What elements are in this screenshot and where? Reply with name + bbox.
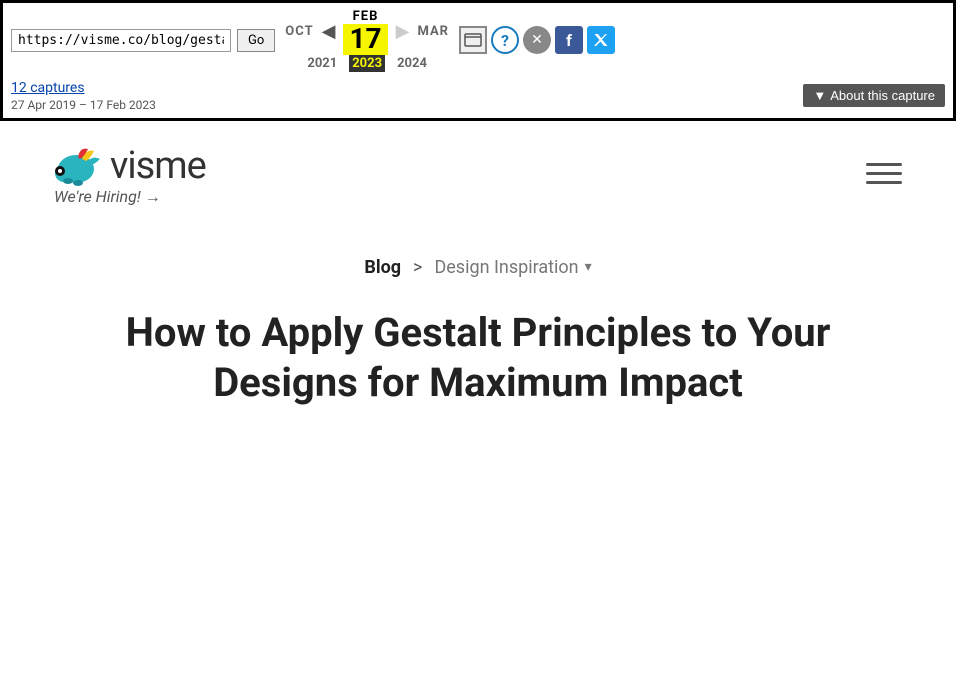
hamburger-menu[interactable] [862, 159, 906, 188]
visme-logo-icon[interactable] [50, 141, 100, 191]
window-icon[interactable] [459, 26, 487, 54]
prev-arrow[interactable]: ◀ [322, 21, 336, 42]
breadcrumb-chevron-icon: > [413, 257, 422, 278]
about-capture-label: About this capture [830, 88, 935, 103]
logo-area: visme We're Hiring! → [50, 141, 206, 207]
close-icon[interactable]: ✕ [523, 26, 551, 54]
breadcrumb-blog[interactable]: Blog [364, 257, 401, 278]
go-button[interactable]: Go [237, 29, 275, 52]
hamburger-line-1 [866, 163, 902, 166]
breadcrumb-category[interactable]: Design Inspiration ▾ [434, 257, 591, 278]
captures-link[interactable]: 12 captures [11, 80, 156, 96]
toolbar-left: Go OCT ◀ FEB 17 ▶ MAR 2021 2023 2024 [11, 9, 453, 72]
hamburger-line-3 [866, 181, 902, 184]
next-arrow[interactable]: ▶ [396, 21, 410, 42]
twitter-icon[interactable] [587, 26, 615, 54]
day-box: 17 [343, 24, 387, 55]
hamburger-line-2 [866, 172, 902, 175]
help-icon[interactable]: ? [491, 26, 519, 54]
article-title: How to Apply Gestalt Principles to Your … [0, 298, 956, 428]
site-logo-text[interactable]: visme [110, 144, 206, 188]
facebook-icon[interactable]: f [555, 26, 583, 54]
months-row: OCT ◀ FEB 17 ▶ MAR [285, 9, 449, 55]
year-2024: 2024 [397, 56, 427, 71]
hiring-tagline[interactable]: We're Hiring! → [54, 187, 206, 207]
about-capture-arrow: ▼ [813, 88, 826, 103]
year-2023: 2023 [349, 55, 385, 72]
toolbar-right: ? ✕ f [459, 26, 615, 54]
url-input[interactable] [11, 29, 231, 52]
captures-date: 27 Apr 2019 – 17 Feb 2023 [11, 98, 156, 112]
site-header: visme We're Hiring! → [0, 121, 956, 227]
about-capture-button[interactable]: ▼ About this capture [803, 84, 945, 107]
breadcrumb-category-label: Design Inspiration [434, 257, 578, 278]
category-dropdown-icon: ▾ [585, 259, 592, 275]
calendar-nav: OCT ◀ FEB 17 ▶ MAR 2021 2023 2024 [285, 9, 449, 72]
logo-row: visme [50, 141, 206, 191]
year-2021: 2021 [307, 56, 337, 71]
wayback-toolbar: Go OCT ◀ FEB 17 ▶ MAR 2021 2023 2024 [0, 0, 956, 121]
breadcrumb: Blog > Design Inspiration ▾ [0, 227, 956, 298]
month-mar: MAR [417, 24, 449, 39]
month-oct: OCT [285, 24, 313, 39]
years-row: 2021 2023 2024 [307, 55, 427, 72]
